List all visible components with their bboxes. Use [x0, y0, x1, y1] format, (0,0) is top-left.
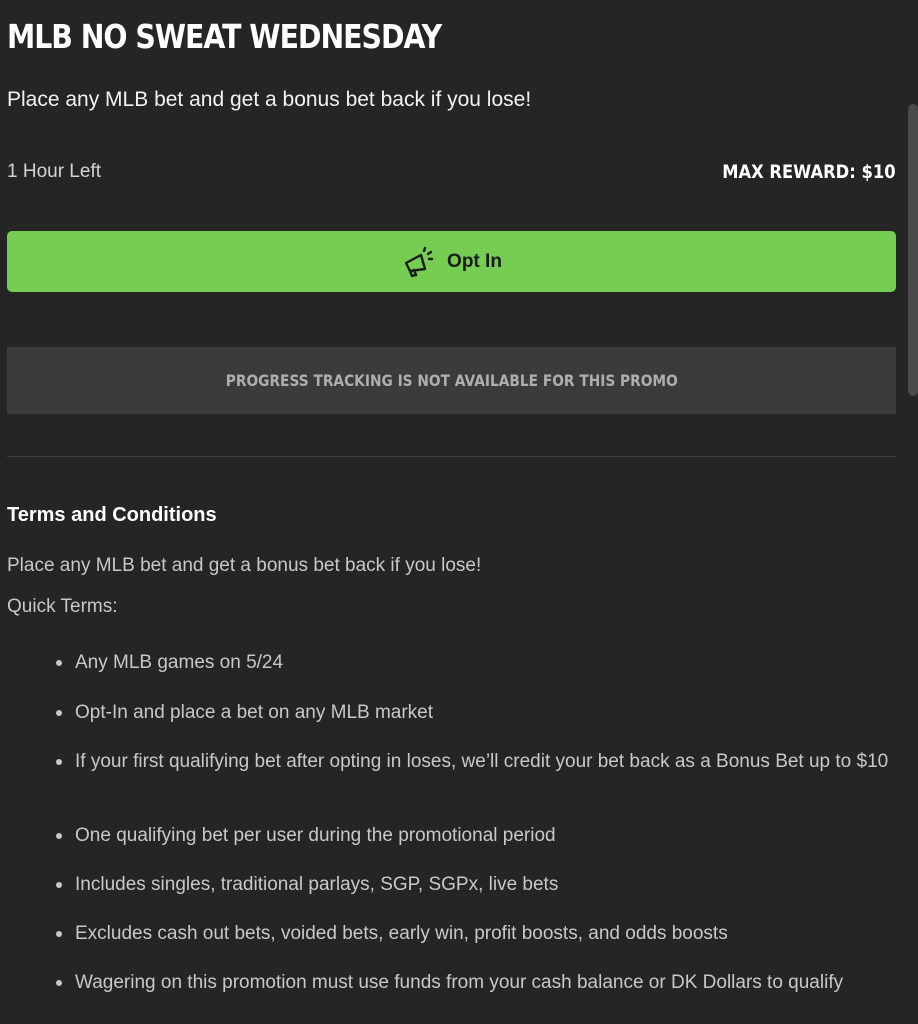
- list-item-text: If your first qualifying bet after optin…: [75, 751, 889, 772]
- list-item-text: Wagering on this promotion must use fund…: [75, 972, 844, 993]
- bullet-icon: [56, 931, 62, 937]
- list-item-text: One qualifying bet per user during the p…: [75, 825, 556, 846]
- bullet-icon: [56, 660, 62, 666]
- terms-intro: Place any MLB bet and get a bonus bet ba…: [7, 555, 482, 576]
- bullet-icon: [56, 980, 62, 986]
- promo-page: MLB NO SWEAT WEDNESDAY Place any MLB bet…: [0, 0, 918, 1024]
- bullet-icon: [56, 759, 62, 765]
- promo-title: MLB NO SWEAT WEDNESDAY: [7, 17, 442, 56]
- progress-tracking-panel: PROGRESS TRACKING IS NOT AVAILABLE FOR T…: [7, 347, 896, 414]
- list-item-text: Excludes cash out bets, voided bets, ear…: [75, 923, 728, 944]
- list-item-text: Opt-In and place a bet on any MLB market: [75, 702, 434, 723]
- promo-subtitle: Place any MLB bet and get a bonus bet ba…: [7, 88, 532, 111]
- terms-heading: Terms and Conditions: [7, 504, 217, 526]
- scrollbar-thumb[interactable]: [908, 104, 918, 396]
- bullet-icon: [56, 710, 62, 716]
- quick-terms-label: Quick Terms:: [7, 596, 118, 617]
- opt-in-button[interactable]: Opt In: [7, 231, 896, 292]
- megaphone-icon: [401, 245, 435, 279]
- list-item-text: Any MLB games on 5/24: [75, 652, 284, 673]
- opt-in-label: Opt In: [447, 250, 502, 272]
- section-divider: [7, 456, 896, 457]
- list-item-text: Includes singles, traditional parlays, S…: [75, 874, 559, 895]
- max-reward-label: MAX REWARD: $10: [722, 161, 896, 183]
- time-left-label: 1 Hour Left: [7, 161, 101, 182]
- bullet-icon: [56, 882, 62, 888]
- progress-tracking-message: PROGRESS TRACKING IS NOT AVAILABLE FOR T…: [225, 371, 678, 390]
- bullet-icon: [56, 833, 62, 839]
